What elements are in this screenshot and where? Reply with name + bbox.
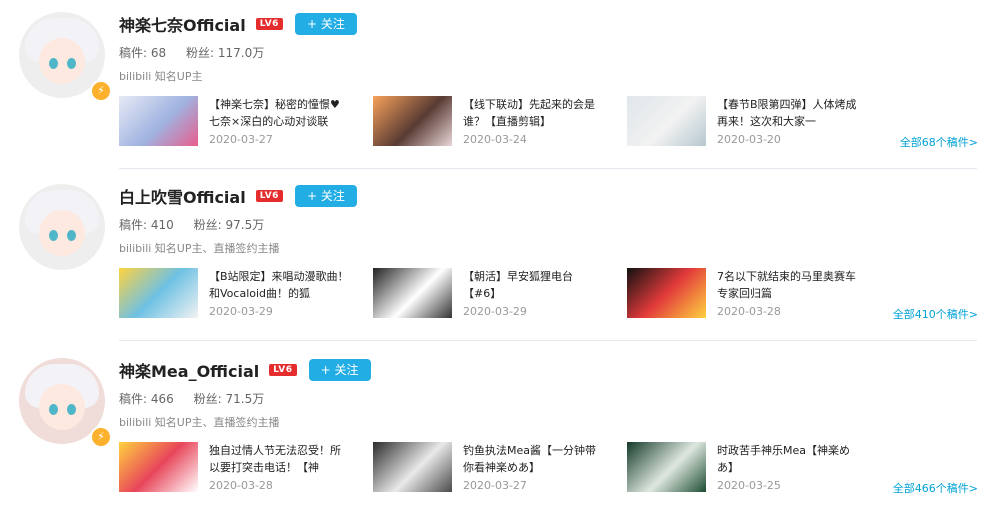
- all-videos-link[interactable]: 全部466个稿件>: [893, 480, 978, 496]
- video-thumbnail[interactable]: [119, 96, 198, 146]
- username[interactable]: 神楽Mea_Official: [119, 358, 259, 382]
- follow-button[interactable]: + 关注: [294, 185, 357, 207]
- video-title[interactable]: 时政苦手神乐Mea【神楽めあ】: [717, 442, 857, 476]
- video-thumbnail[interactable]: [627, 96, 706, 146]
- user-card: ⚡ 神楽Mea_Official LV6 + 关注 稿件: 466 粉丝: 71…: [0, 346, 1000, 514]
- works-label: 稿件:: [119, 218, 148, 232]
- fans-count: 117.0万: [217, 46, 265, 60]
- video-thumbnail[interactable]: [627, 268, 706, 318]
- user-stats: 稿件: 68 粉丝: 117.0万: [119, 44, 264, 61]
- works-count: 68: [150, 46, 167, 60]
- video-item[interactable]: 【朝活】早安狐狸电台【#6】 2020-03-29: [373, 268, 623, 320]
- video-title[interactable]: 【春节B限第四弹】人体烤成再来！这次和大家一: [717, 96, 857, 130]
- video-title[interactable]: 独自过情人节无法忍受！所以要打突击电话！【神: [209, 442, 349, 476]
- up-user-list: ⚡ 神楽七奈Official LV6 + 关注 稿件: 68 粉丝: 117.0…: [0, 0, 1000, 506]
- level-badge: LV6: [255, 18, 283, 30]
- works-label: 稿件:: [119, 46, 148, 60]
- all-videos-link[interactable]: 全部68个稿件>: [900, 134, 978, 150]
- level-badge: LV6: [255, 190, 283, 202]
- follow-button[interactable]: + 关注: [294, 13, 357, 35]
- video-item[interactable]: 【神楽七奈】秘密的憧憬♥七奈×深白的心动对谈联 2020-03-27: [119, 96, 369, 148]
- video-item[interactable]: 【线下联动】先起来的会是谁？【直播剪辑】 2020-03-24: [373, 96, 623, 148]
- divider: [119, 340, 977, 341]
- video-thumbnail[interactable]: [119, 268, 198, 318]
- user-stats: 稿件: 410 粉丝: 97.5万: [119, 216, 264, 233]
- user-description: bilibili 知名UP主、直播签约主播: [119, 242, 280, 255]
- verified-icon: ⚡: [90, 80, 112, 102]
- video-date: 2020-03-20: [717, 133, 781, 146]
- divider: [119, 168, 977, 169]
- fans-label: 粉丝:: [193, 392, 222, 406]
- video-title[interactable]: 【朝活】早安狐狸电台【#6】: [463, 268, 603, 302]
- fans-count: 71.5万: [225, 392, 265, 406]
- video-thumbnail[interactable]: [373, 442, 452, 492]
- works-count: 466: [150, 392, 174, 406]
- verified-icon: ⚡: [90, 426, 112, 448]
- works-count: 410: [150, 218, 174, 232]
- user-stats: 稿件: 466 粉丝: 71.5万: [119, 390, 264, 407]
- video-title[interactable]: 【B站限定】来唱动漫歌曲！和Vocaloid曲！的狐: [209, 268, 349, 302]
- video-thumbnail[interactable]: [627, 442, 706, 492]
- video-item[interactable]: 时政苦手神乐Mea【神楽めあ】 2020-03-25: [627, 442, 877, 494]
- username[interactable]: 白上吹雪Official: [119, 184, 246, 208]
- video-title[interactable]: 【线下联动】先起来的会是谁？【直播剪辑】: [463, 96, 603, 130]
- video-date: 2020-03-24: [463, 133, 527, 146]
- level-badge: LV6: [269, 364, 297, 376]
- video-thumbnail[interactable]: [373, 96, 452, 146]
- fans-label: 粉丝:: [185, 46, 215, 60]
- video-title[interactable]: 【神楽七奈】秘密的憧憬♥七奈×深白的心动对谈联: [209, 96, 349, 130]
- user-card: ⚡ 神楽七奈Official LV6 + 关注 稿件: 68 粉丝: 117.0…: [0, 0, 1000, 168]
- video-date: 2020-03-29: [209, 305, 273, 318]
- video-item[interactable]: 【春节B限第四弹】人体烤成再来！这次和大家一 2020-03-20: [627, 96, 877, 148]
- video-thumbnail[interactable]: [119, 442, 198, 492]
- user-description: bilibili 知名UP主、直播签约主播: [119, 416, 280, 429]
- fans-label: 粉丝:: [193, 218, 222, 232]
- video-thumbnail[interactable]: [373, 268, 452, 318]
- video-date: 2020-03-27: [209, 133, 273, 146]
- video-item[interactable]: 钓鱼执法Mea酱【一分钟带你看神楽めあ】 2020-03-27: [373, 442, 623, 494]
- video-date: 2020-03-27: [463, 479, 527, 492]
- video-date: 2020-03-29: [463, 305, 527, 318]
- user-card: 白上吹雪Official LV6 + 关注 稿件: 410 粉丝: 97.5万 …: [0, 172, 1000, 340]
- video-item[interactable]: 独自过情人节无法忍受！所以要打突击电话！【神 2020-03-28: [119, 442, 369, 494]
- user-description: bilibili 知名UP主: [119, 70, 203, 83]
- video-item[interactable]: 7名以下就结束的马里奥赛车 专家回归篇 2020-03-28: [627, 268, 877, 320]
- video-date: 2020-03-25: [717, 479, 781, 492]
- video-item[interactable]: 【B站限定】来唱动漫歌曲！和Vocaloid曲！的狐 2020-03-29: [119, 268, 369, 320]
- fans-count: 97.5万: [225, 218, 265, 232]
- username[interactable]: 神楽七奈Official: [119, 12, 246, 36]
- video-title[interactable]: 钓鱼执法Mea酱【一分钟带你看神楽めあ】: [463, 442, 603, 476]
- video-title[interactable]: 7名以下就结束的马里奥赛车 专家回归篇: [717, 268, 857, 302]
- follow-button[interactable]: + 关注: [308, 359, 371, 381]
- works-label: 稿件:: [119, 392, 148, 406]
- video-date: 2020-03-28: [209, 479, 273, 492]
- all-videos-link[interactable]: 全部410个稿件>: [893, 306, 978, 322]
- avatar[interactable]: [19, 184, 105, 270]
- video-date: 2020-03-28: [717, 305, 781, 318]
